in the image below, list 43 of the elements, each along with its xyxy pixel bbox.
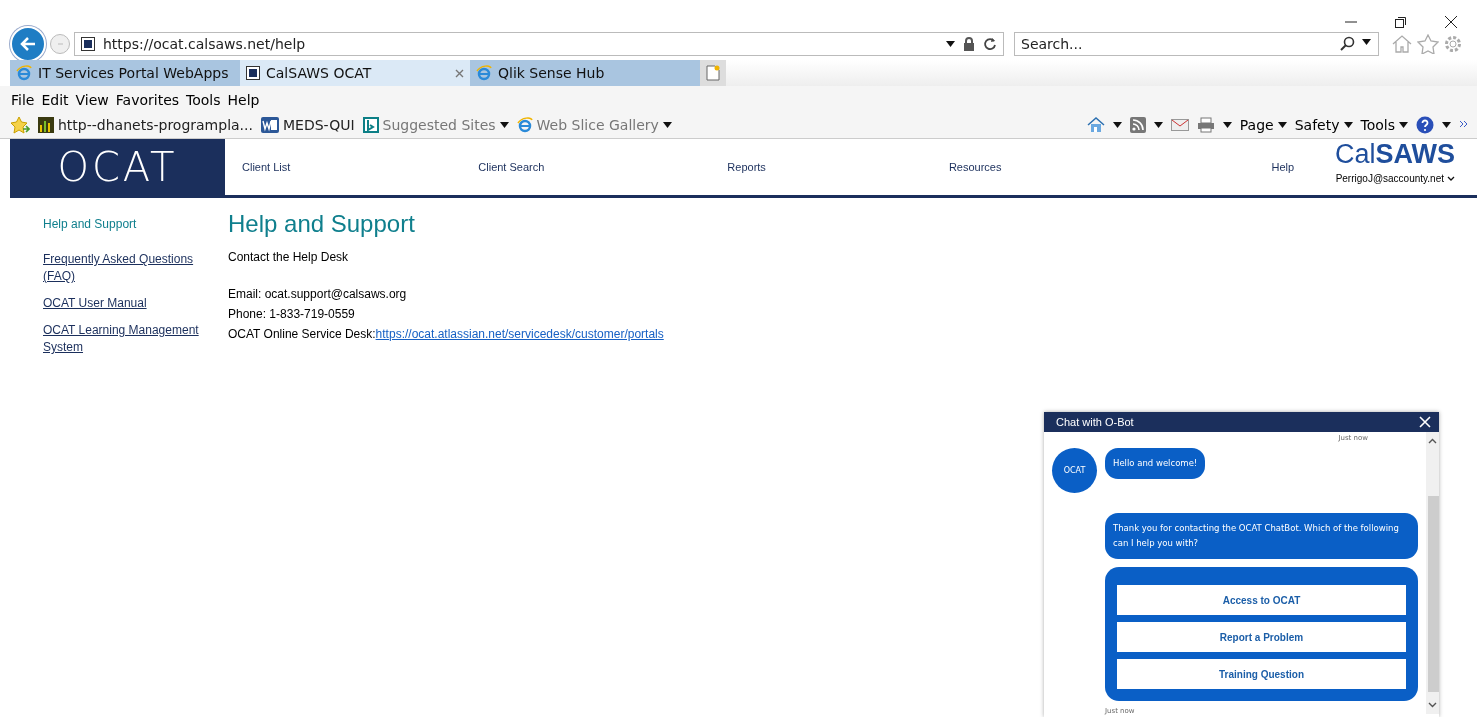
menu-item[interactable]: Tools [186,92,221,108]
service-desk-link[interactable]: https://ocat.atlassian.net/servicedesk/customer/portals [375,327,664,341]
menu-item[interactable]: File [11,92,35,108]
chat-title: Chat with O-Bot [1056,416,1134,428]
option-button[interactable]: Access to OCAT [1117,585,1406,615]
chat-message: Hello and welcome! [1105,448,1206,479]
sidebar-link[interactable]: Help and Support [43,216,208,233]
nav-link[interactable]: Resources [948,161,1002,173]
command-menu[interactable]: Tools [1360,117,1408,133]
browser-tab[interactable]: IT Services Portal WebApps [10,60,240,86]
service-desk-label: OCAT Online Service Desk: [228,327,376,341]
user-menu[interactable]: PerrigoJ@saccounty.net [1335,173,1455,184]
menu-item[interactable]: Edit [41,92,69,108]
menu-item[interactable]: View [75,92,109,108]
page-title: Help and Support [228,210,416,238]
calsaws-logo: CalSAWS [1334,139,1455,169]
nav-link[interactable]: Help [1271,161,1295,173]
address-field[interactable]: https://ocat.calsaws.net/help [74,32,1004,56]
nav-link[interactable]: Client Search [478,161,545,173]
sidebar-link[interactable]: OCAT Learning Management System [43,322,208,356]
browser-tab[interactable]: Qlik Sense Hub [470,60,700,86]
command-menu[interactable]: Safety [1294,117,1353,133]
nav-link[interactable]: Client List [242,161,291,173]
phone-text: Phone: 1-833-719-0559 [228,306,356,323]
option-button[interactable]: Report a Problem [1117,622,1406,652]
chat-message: Thank you for contacting the OCAT ChatBot. Which of the following can I help you with? [1105,513,1418,559]
favorite-link[interactable]: http--dhanets-programpla... [38,117,253,133]
ocat-logo[interactable]: OCAT [10,139,225,195]
menu-item[interactable]: Favorites [115,92,180,108]
nav-link[interactable]: Reports [727,161,766,173]
search-field[interactable]: Search... [1014,32,1379,56]
favorite-link[interactable]: Suggested Sites [362,117,509,133]
favorite-link[interactable]: MEDS-QUI [260,117,355,133]
bot-avatar: OCAT [1052,448,1097,493]
sidebar-link[interactable]: Frequently Asked Questions (FAQ) [43,251,208,285]
favorite-link[interactable]: Web Slice Gallery [516,117,672,133]
option-button[interactable]: Training Question [1117,659,1406,689]
browser-tab[interactable]: CalSAWS OCAT [240,60,470,86]
section-heading: Contact the Help Desk [228,250,350,264]
email-text: Email: ocat.support@calsaws.org [228,286,408,303]
command-menu[interactable]: Page [1239,117,1287,133]
sidebar-link[interactable]: OCAT User Manual [43,295,208,312]
menu-item[interactable]: Help [227,92,260,108]
